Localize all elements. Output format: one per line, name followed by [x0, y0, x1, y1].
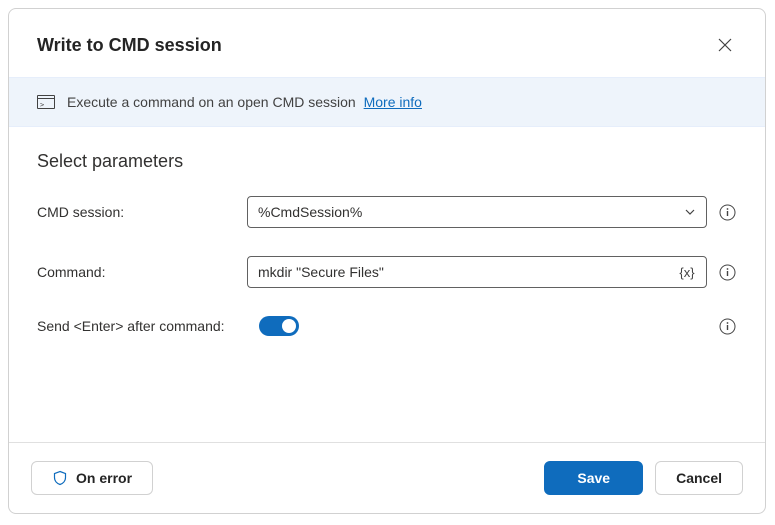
section-title: Select parameters	[37, 151, 737, 172]
variable-picker-button[interactable]: {x}	[676, 262, 698, 282]
cancel-button[interactable]: Cancel	[655, 461, 743, 495]
info-banner: Execute a command on an open CMD session…	[9, 77, 765, 127]
footer-right: Save Cancel	[544, 461, 743, 495]
command-input[interactable]: mkdir "Secure Files" {x}	[247, 256, 707, 288]
more-info-link[interactable]: More info	[364, 94, 422, 110]
row-cmd-session: CMD session: %CmdSession%	[37, 196, 737, 228]
on-error-label: On error	[76, 470, 132, 486]
label-command: Command:	[37, 264, 247, 280]
banner-text: Execute a command on an open CMD session…	[67, 94, 422, 110]
cmd-session-value: %CmdSession%	[258, 204, 362, 220]
info-circle-icon	[719, 204, 736, 221]
info-icon-send-enter[interactable]	[717, 316, 737, 336]
info-circle-icon	[719, 318, 736, 335]
cmd-session-dropdown[interactable]: %CmdSession%	[247, 196, 707, 228]
info-icon-cmd-session[interactable]	[717, 202, 737, 222]
dialog-footer: On error Save Cancel	[9, 442, 765, 513]
close-button[interactable]	[709, 29, 741, 61]
control-wrap-command: mkdir "Secure Files" {x}	[247, 256, 737, 288]
banner-description: Execute a command on an open CMD session	[67, 94, 356, 110]
control-wrap-cmd-session: %CmdSession%	[247, 196, 737, 228]
label-cmd-session: CMD session:	[37, 204, 247, 220]
label-send-enter: Send <Enter> after command:	[37, 318, 259, 334]
save-button[interactable]: Save	[544, 461, 643, 495]
control-wrap-send-enter	[259, 316, 737, 336]
send-enter-toggle[interactable]	[259, 316, 299, 336]
info-circle-icon	[719, 264, 736, 281]
dialog-content: Select parameters CMD session: %CmdSessi…	[9, 127, 765, 442]
close-icon	[718, 38, 732, 52]
command-value: mkdir "Secure Files"	[258, 264, 676, 280]
row-send-enter: Send <Enter> after command:	[37, 316, 737, 336]
on-error-button[interactable]: On error	[31, 461, 153, 495]
info-icon-command[interactable]	[717, 262, 737, 282]
toggle-thumb	[282, 319, 296, 333]
cmd-icon	[37, 95, 55, 109]
row-command: Command: mkdir "Secure Files" {x}	[37, 256, 737, 288]
chevron-down-icon	[684, 206, 696, 218]
dialog: Write to CMD session Execute a command o…	[8, 8, 766, 514]
dialog-title: Write to CMD session	[37, 35, 222, 56]
dialog-header: Write to CMD session	[9, 9, 765, 77]
shield-icon	[52, 470, 68, 486]
